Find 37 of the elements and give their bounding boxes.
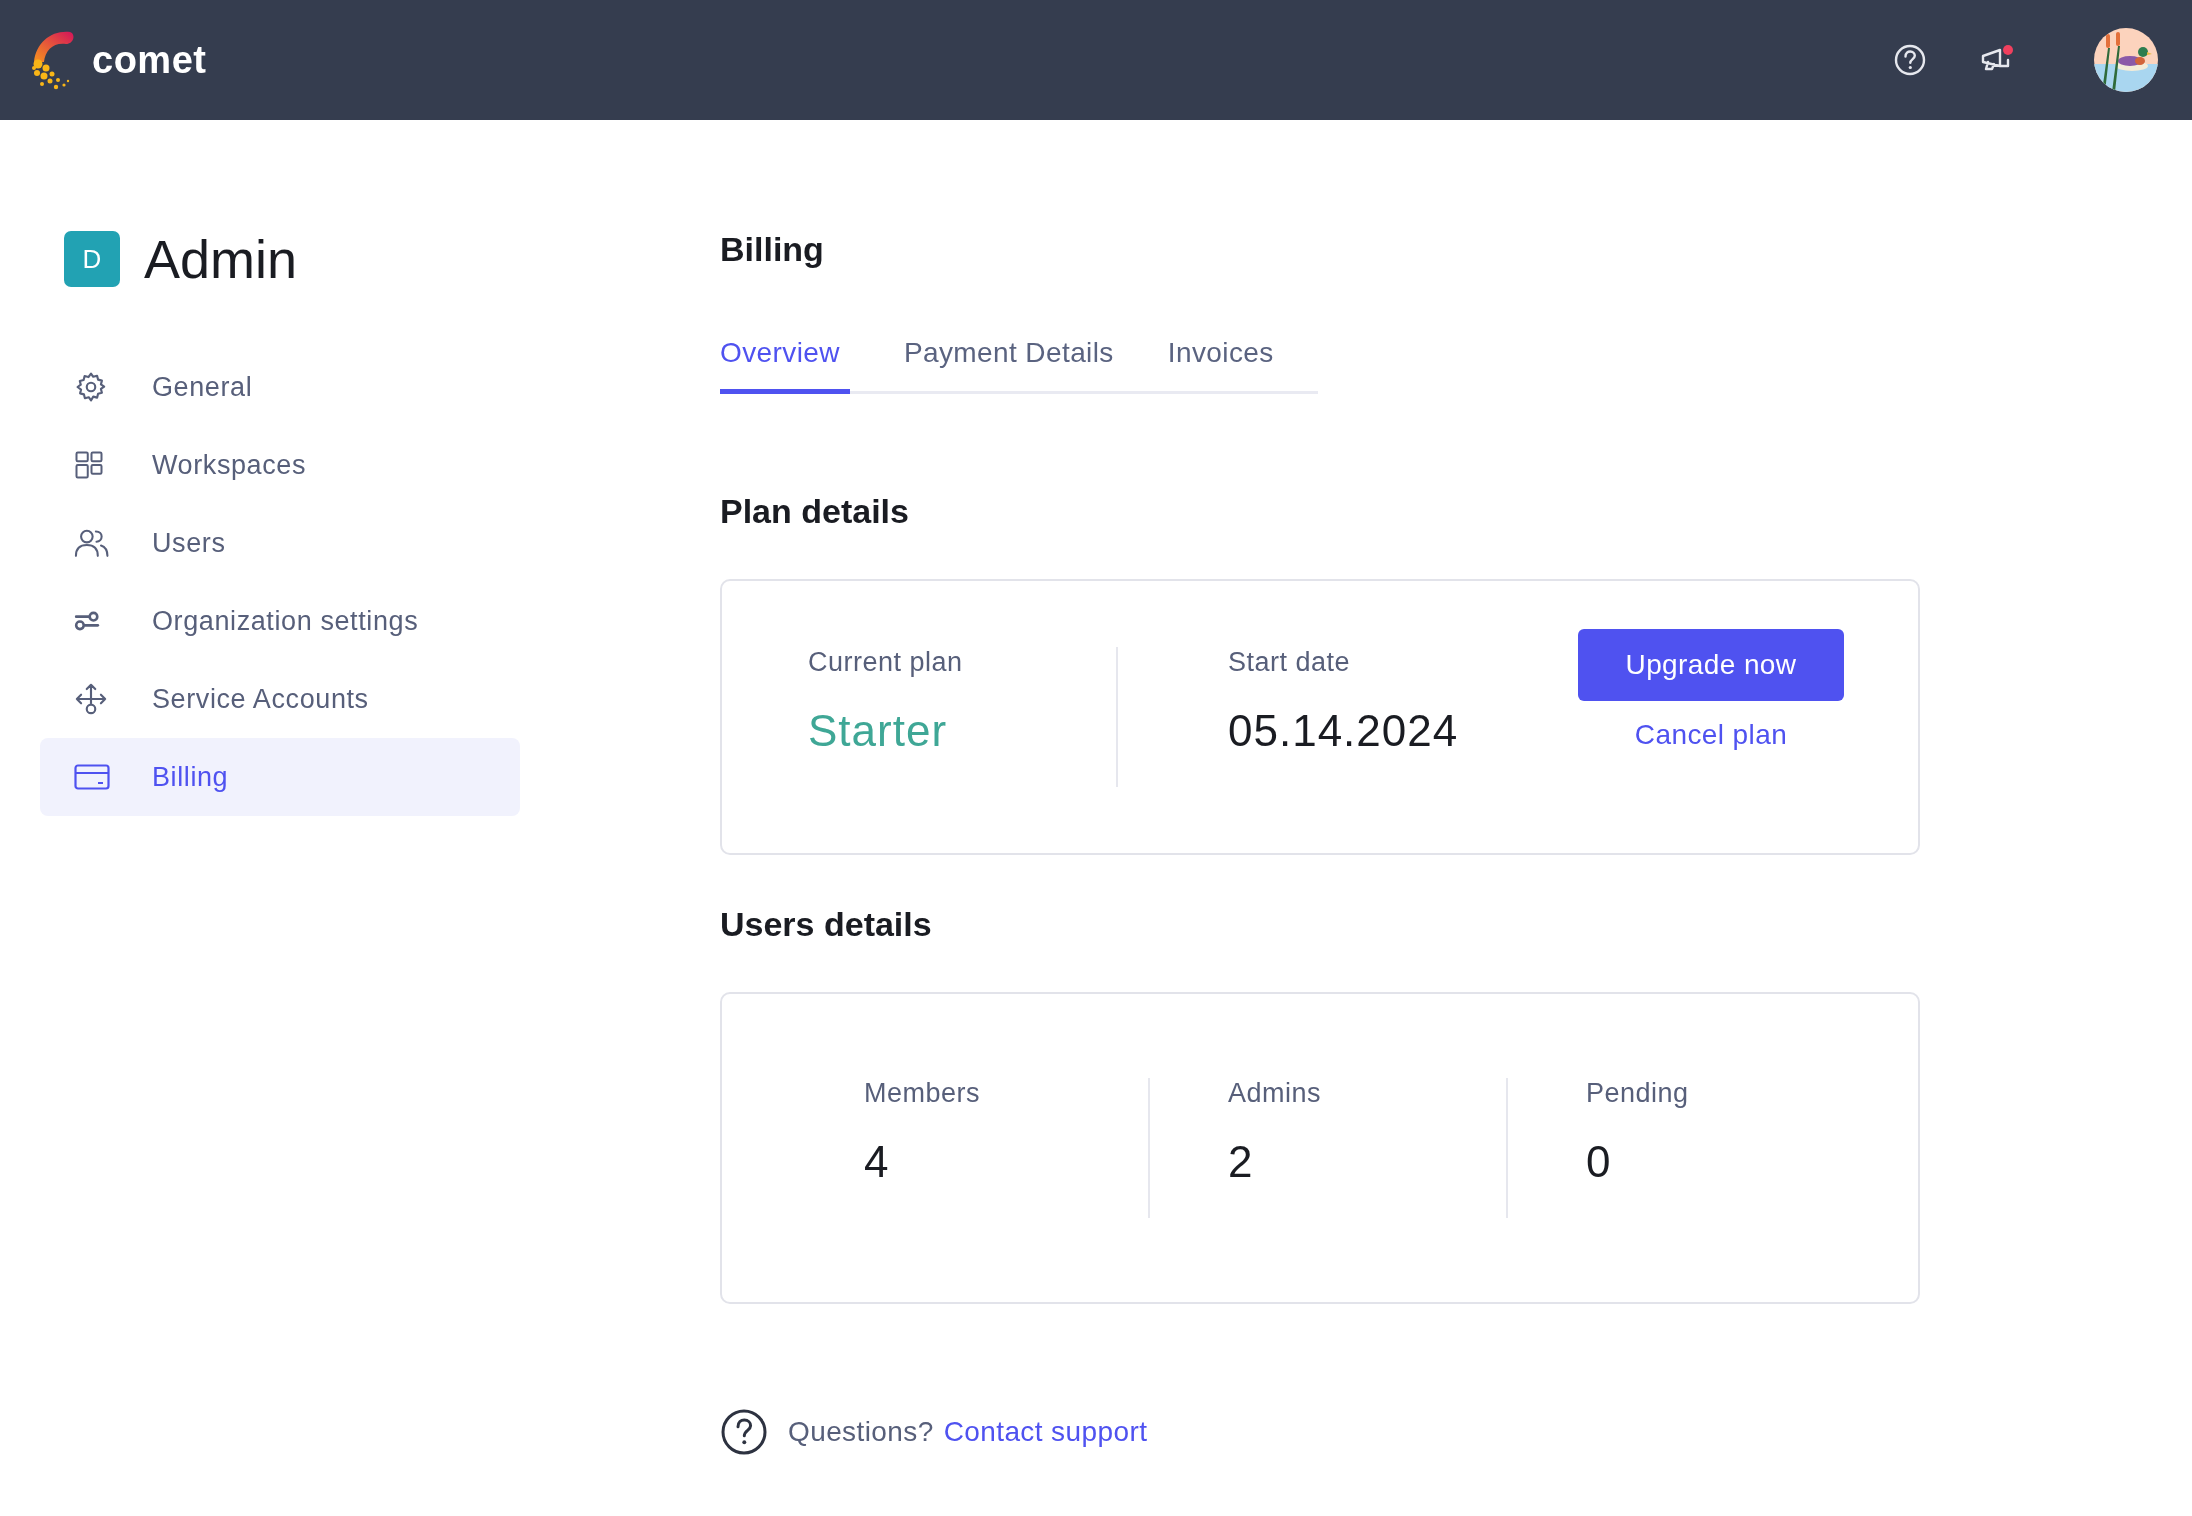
- field-label: Current plan: [808, 647, 964, 678]
- questions-text: Questions?: [788, 1416, 934, 1448]
- credit-card-icon: [74, 764, 110, 790]
- logo-text[interactable]: comet: [92, 38, 207, 82]
- sidebar-title: Admin: [144, 228, 298, 290]
- users-icon: [74, 527, 110, 559]
- stat-value: 4: [864, 1137, 891, 1187]
- tab[interactable]: Overview: [720, 337, 850, 394]
- stat-value: 2: [1228, 1137, 1255, 1187]
- plan-name: Starter: [808, 706, 949, 756]
- sidebar-item[interactable]: Billing: [40, 738, 520, 816]
- cancel-link[interactable]: Cancel plan: [1634, 719, 1788, 751]
- sidebar-item[interactable]: Organization settings: [40, 582, 520, 660]
- page-title: Billing: [720, 230, 825, 269]
- sidebar-item[interactable]: Users: [40, 504, 520, 582]
- section-heading: Plan details: [720, 492, 910, 531]
- sliders-icon: [74, 610, 100, 632]
- upgrade-button[interactable]: Upgrade now: [1578, 629, 1844, 701]
- gear-icon: [74, 370, 108, 404]
- help-icon: [720, 1408, 768, 1456]
- start-date: 05.14.2024: [1228, 706, 1460, 756]
- tab[interactable]: Invoices: [1167, 337, 1274, 394]
- arrows-icon: [74, 682, 108, 716]
- grid-icon: [74, 450, 104, 480]
- stat-value: 0: [1586, 1137, 1613, 1187]
- stat-label: Members: [864, 1078, 982, 1109]
- stat-label: Pending: [1586, 1078, 1690, 1109]
- sidebar-item[interactable]: Service Accounts: [40, 660, 520, 738]
- tab[interactable]: Payment Details: [903, 337, 1114, 394]
- help-icon[interactable]: [1894, 44, 1926, 76]
- sidebar-item[interactable]: Workspaces: [40, 426, 520, 504]
- field-label: Start date: [1228, 647, 1352, 678]
- sidebar-item[interactable]: General: [40, 348, 520, 426]
- stat-label: Admins: [1228, 1078, 1323, 1109]
- org-badge: D: [64, 231, 120, 287]
- contact-support-link[interactable]: Contact support: [943, 1416, 1148, 1448]
- section-heading: Users details: [720, 905, 933, 944]
